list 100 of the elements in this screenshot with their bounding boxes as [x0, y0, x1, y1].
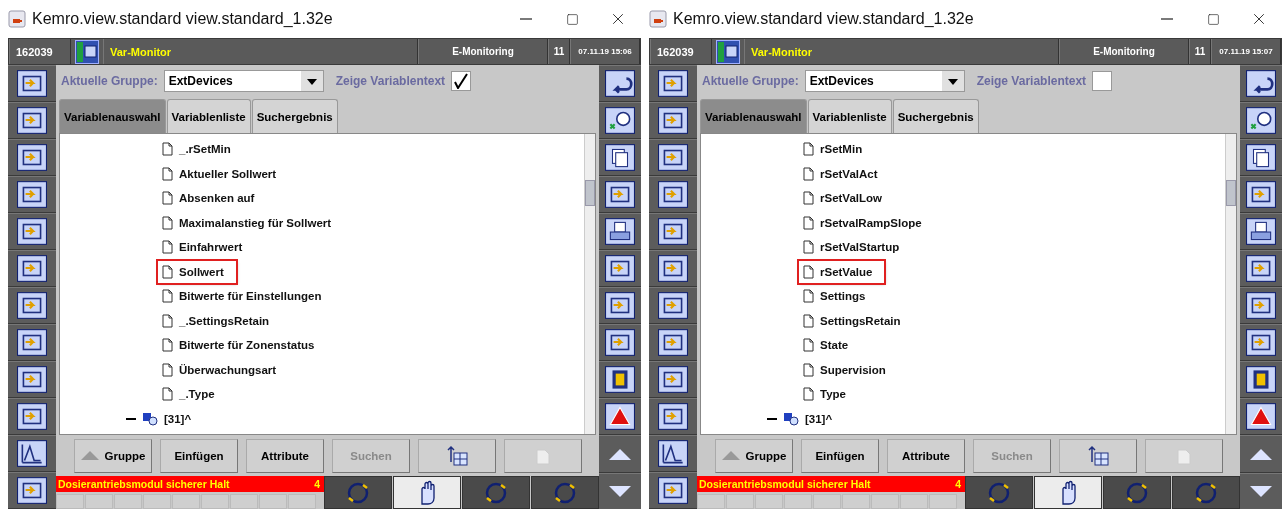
toolbar-button[interactable]: [8, 65, 56, 102]
toolbar-button[interactable]: [599, 324, 641, 361]
tab[interactable]: Variablenliste: [807, 99, 892, 133]
action-button[interactable]: Einfügen: [801, 438, 879, 473]
tree-item[interactable]: Supervision: [799, 358, 898, 381]
toolbar-button[interactable]: [649, 472, 697, 509]
tree-item[interactable]: Bitwerte für Zonenstatus: [158, 334, 327, 357]
tree-item[interactable]: rSetvalRampSlope: [799, 211, 934, 234]
toolbar-button[interactable]: [649, 250, 697, 287]
tree-item[interactable]: Sollwert: [158, 260, 236, 283]
toolbar-button[interactable]: [8, 472, 56, 509]
toolbar-button[interactable]: [1240, 324, 1282, 361]
toolbar-button[interactable]: [1240, 361, 1282, 398]
tree-item[interactable]: rSetMin: [799, 138, 875, 161]
scroll-up-button[interactable]: [1240, 435, 1282, 473]
group-label: Aktuelle Gruppe:: [61, 74, 158, 88]
toolbar-button[interactable]: [649, 361, 697, 398]
toolbar-button[interactable]: [8, 139, 56, 176]
date-time: 07.11.19 15:06: [570, 39, 640, 64]
tab[interactable]: Variablenauswahl: [59, 99, 166, 133]
tree-item[interactable]: Absenken auf: [158, 187, 267, 210]
tree-item[interactable]: rSetValStartup: [799, 236, 912, 259]
tree-item[interactable]: rSetValLow: [799, 187, 894, 210]
tree-item[interactable]: Bitwerte für Einstellungen: [158, 285, 334, 308]
tab[interactable]: Variablenauswahl: [700, 99, 807, 133]
scrollbar-thumb[interactable]: [585, 180, 595, 206]
tree-item[interactable]: rSetValue: [799, 260, 885, 283]
mode-button[interactable]: [393, 476, 461, 509]
toolbar-button[interactable]: [649, 102, 697, 139]
toolbar-button[interactable]: [8, 287, 56, 324]
toolbar-button[interactable]: [599, 287, 641, 324]
tree-item[interactable]: Aktueller Sollwert: [158, 162, 289, 185]
toolbar-button[interactable]: [8, 250, 56, 287]
tree-item[interactable]: Type: [799, 383, 858, 406]
scroll-down-button[interactable]: [599, 473, 641, 509]
scroll-up-button[interactable]: [599, 435, 641, 473]
action-button[interactable]: Attribute: [246, 438, 324, 473]
toolbar-button[interactable]: [8, 435, 56, 472]
tree-item[interactable]: Maximalanstieg für Sollwert: [158, 211, 344, 234]
toolbar-button[interactable]: [649, 287, 697, 324]
toolbar-button[interactable]: [649, 324, 697, 361]
toolbar-button[interactable]: [649, 139, 697, 176]
group-dropdown[interactable]: ExtDevices: [163, 70, 324, 92]
toolbar-button[interactable]: [599, 213, 641, 250]
tree-item[interactable]: Einfahrwert: [158, 236, 255, 259]
warning-icon: [605, 403, 635, 430]
toolbar-button[interactable]: [1240, 398, 1282, 435]
toolbar-button[interactable]: [1240, 250, 1282, 287]
show-text-label: Zeige Variablentext: [335, 74, 446, 88]
toolbar-button[interactable]: [649, 176, 697, 213]
toolbar-button[interactable]: [8, 398, 56, 435]
tree-item[interactable]: [31]^: [122, 407, 204, 430]
toolbar-button[interactable]: [599, 65, 641, 102]
tree-item[interactable]: _.rSetMin: [158, 138, 243, 161]
tree-item[interactable]: _.SettingsRetain: [158, 309, 282, 332]
toolbar-button[interactable]: [599, 361, 641, 398]
action-button[interactable]: Gruppe: [715, 438, 793, 473]
tree-item[interactable]: State: [799, 334, 861, 357]
action-button[interactable]: Gruppe: [74, 438, 152, 473]
toolbar-button[interactable]: [1240, 213, 1282, 250]
scroll-down-button[interactable]: [1240, 473, 1282, 509]
toolbar-button[interactable]: [8, 102, 56, 139]
tab[interactable]: Variablenliste: [166, 99, 251, 133]
tree-item[interactable]: SettingsRetain: [799, 309, 913, 332]
toolbar-button[interactable]: [1240, 102, 1282, 139]
show-text-checkbox[interactable]: [1092, 71, 1113, 91]
toolbar-button[interactable]: [8, 361, 56, 398]
tree-item[interactable]: _.Type: [158, 383, 227, 406]
toolbar-button[interactable]: [649, 65, 697, 102]
tree-item[interactable]: Überwachungsart: [158, 358, 289, 381]
toolbar-button[interactable]: [599, 176, 641, 213]
toolbar-button[interactable]: [599, 102, 641, 139]
toolbar-button[interactable]: [599, 139, 641, 176]
mode-button[interactable]: [1034, 476, 1102, 509]
toolbar-button[interactable]: [649, 213, 697, 250]
toolbar-button[interactable]: [1240, 287, 1282, 324]
documents-icon: [1246, 144, 1276, 171]
tree-item[interactable]: Settings: [799, 285, 878, 308]
toolbar-button[interactable]: [8, 213, 56, 250]
show-text-checkbox[interactable]: [451, 71, 472, 91]
document-icon: [803, 166, 814, 181]
curve-chart-icon: [658, 440, 688, 467]
toolbar-button[interactable]: [8, 324, 56, 361]
group-dropdown[interactable]: ExtDevices: [804, 70, 965, 92]
tree-item[interactable]: [31]^: [763, 407, 845, 430]
toolbar-button[interactable]: [8, 176, 56, 213]
action-button[interactable]: Attribute: [887, 438, 965, 473]
toolbar-button[interactable]: [599, 250, 641, 287]
action-button[interactable]: Einfügen: [160, 438, 238, 473]
tab[interactable]: Suchergebnis: [892, 99, 979, 133]
tree-item[interactable]: rSetValAct: [799, 162, 890, 185]
toolbar-button[interactable]: [649, 398, 697, 435]
toolbar-button[interactable]: [1240, 65, 1282, 102]
toolbar-button[interactable]: [649, 435, 697, 472]
tab[interactable]: Suchergebnis: [251, 99, 338, 133]
toolbar-button[interactable]: [599, 398, 641, 435]
toolbar-button[interactable]: [1240, 139, 1282, 176]
toolbar-button[interactable]: [1240, 176, 1282, 213]
scrollbar-thumb[interactable]: [1226, 180, 1236, 206]
document-icon: [803, 191, 814, 206]
